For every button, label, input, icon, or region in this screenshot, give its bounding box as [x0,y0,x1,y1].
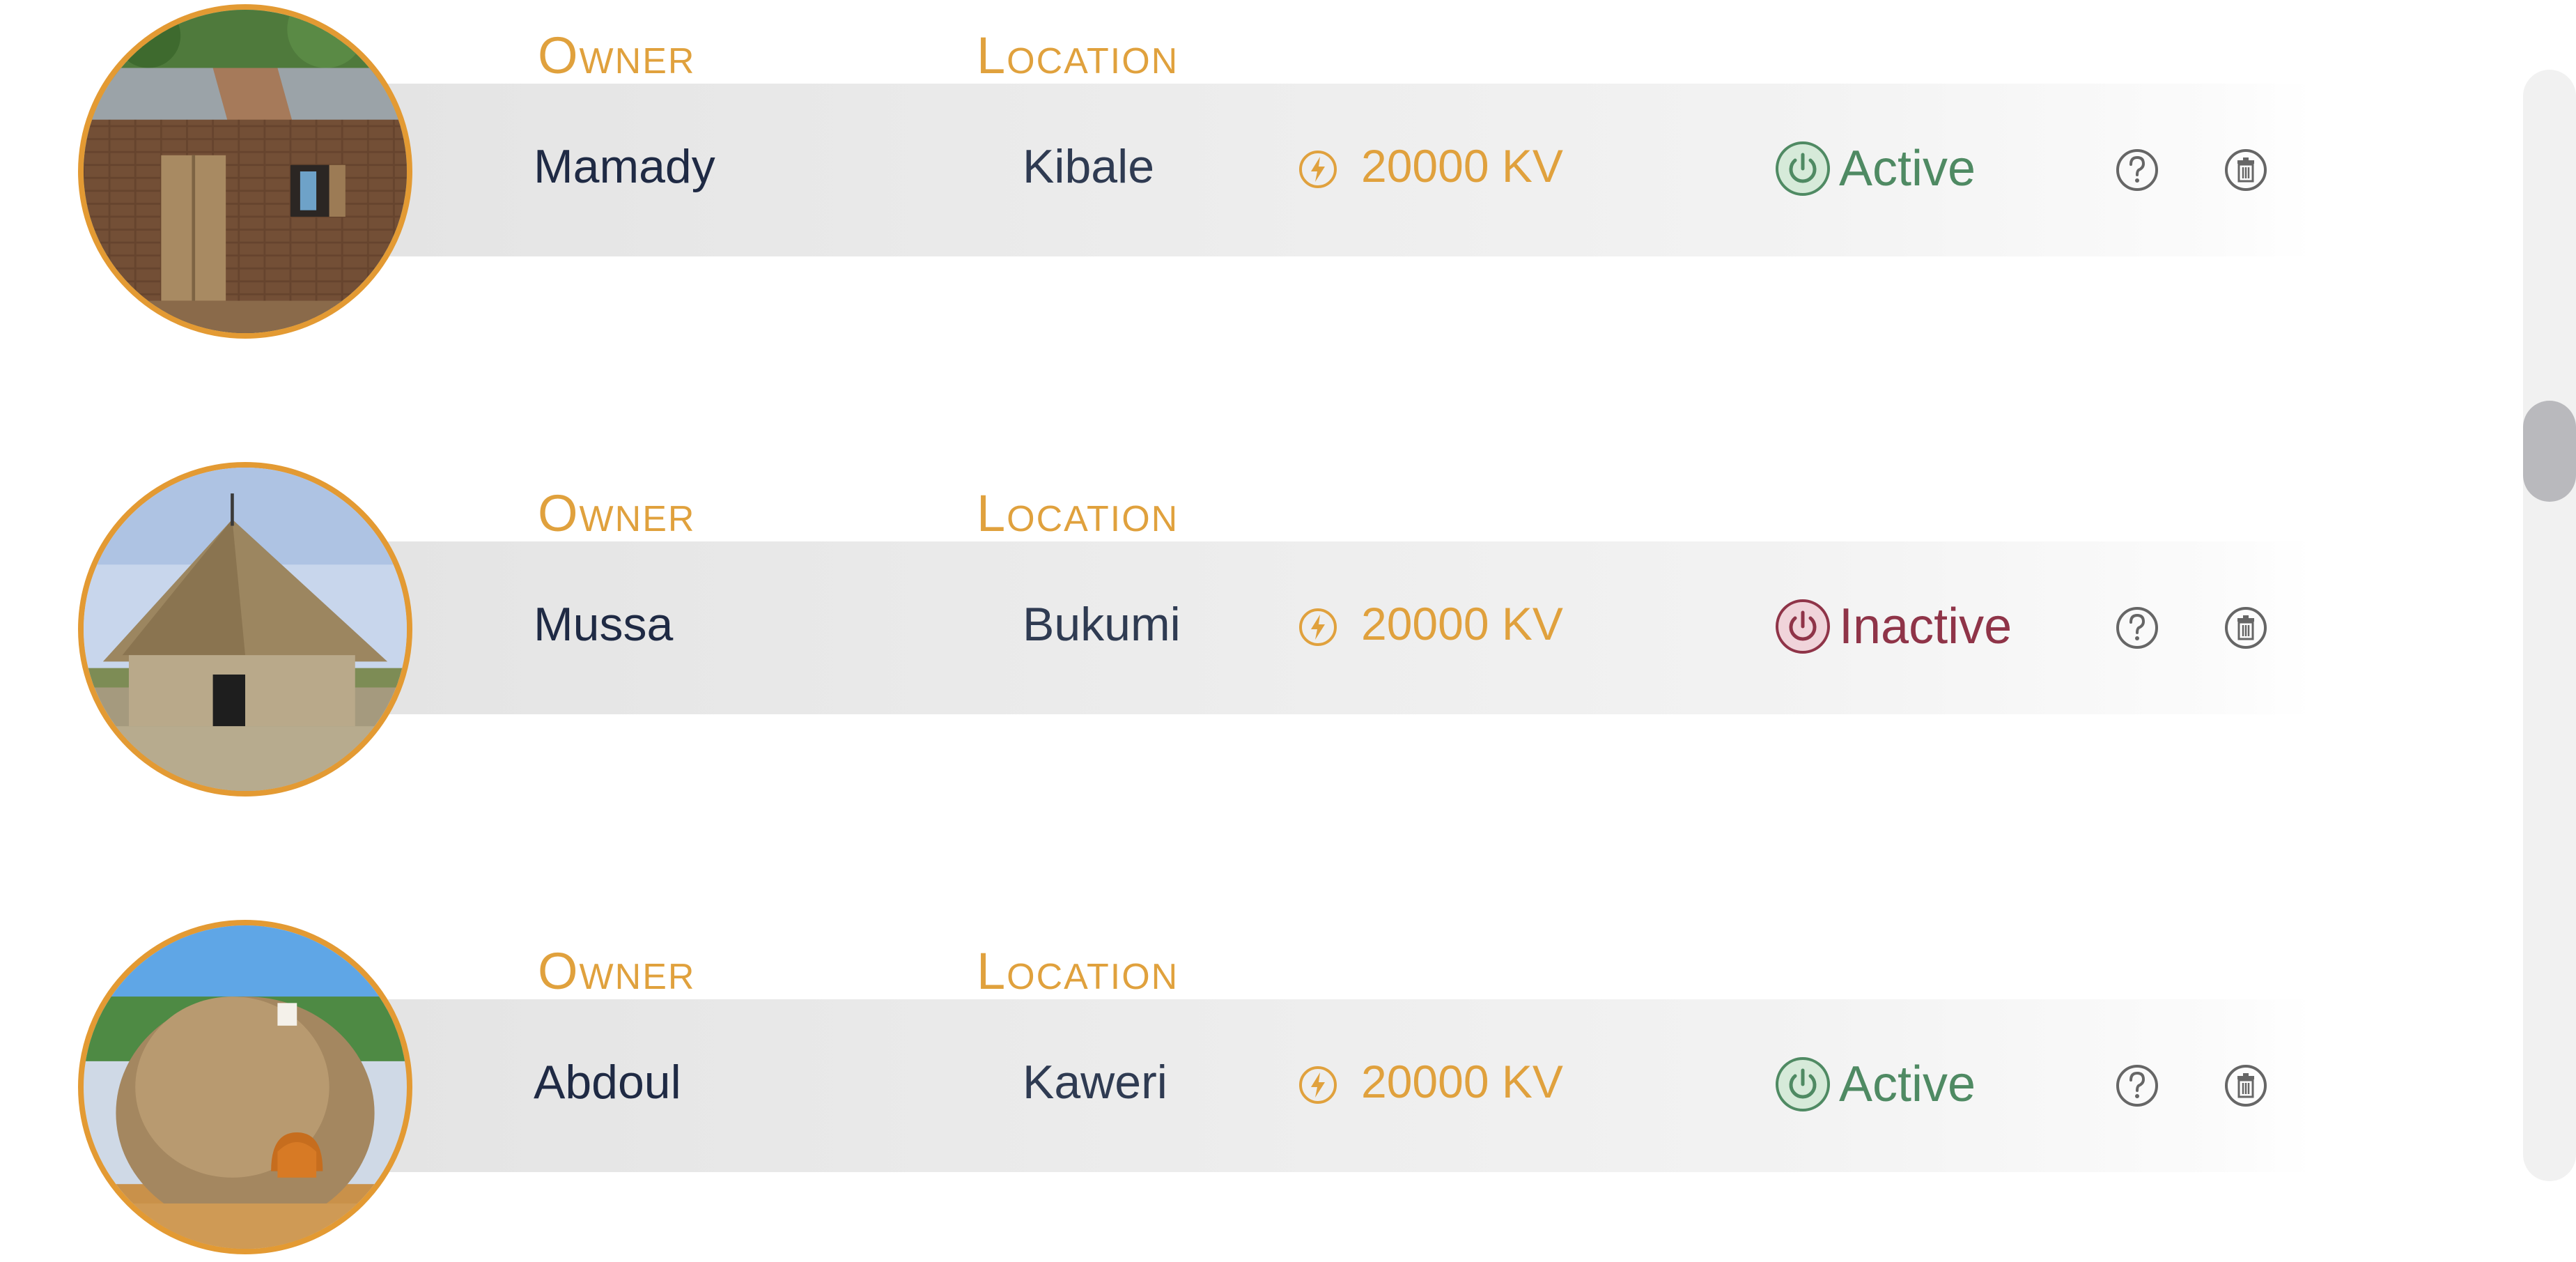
house-list-page: Owner Location Mamady Kibale 20000 KV Ac… [0,0,2576,1262]
location-name: Kibale [1023,140,1155,193]
power-icon [1776,599,1830,654]
status-label: Active [1839,1056,1976,1112]
trash-icon[interactable] [2224,1063,2268,1108]
house-photo [78,462,412,797]
trash-icon[interactable] [2224,606,2268,650]
domed-hut-image [84,925,407,1249]
trash-icon[interactable] [2224,148,2268,192]
house-card: Owner Location Mussa Bukumi 20000 KV Ina… [0,458,2368,806]
power-icon [1776,1057,1830,1111]
owner-name: Abdoul [534,1056,681,1109]
question-circle-icon[interactable] [2115,1063,2159,1108]
owner-column-label: Owner [538,26,696,84]
status-label: Active [1839,141,1976,197]
power-icon [1776,141,1830,196]
power-capacity: 20000 KV [1361,598,1563,649]
question-circle-icon[interactable] [2115,148,2159,192]
status-label: Inactive [1839,599,2012,654]
location-column-label: Location [977,26,1179,84]
question-circle-icon[interactable] [2115,606,2159,650]
status-toggle[interactable]: Active [1775,139,1976,198]
house-card: Owner Location Abdoul Kaweri 20000 KV Ac… [0,916,2368,1262]
house-photo [78,920,412,1254]
brick-house-image [84,10,407,333]
location-column-label: Location [977,942,1179,1000]
owner-name: Mussa [534,598,674,651]
owner-column-label: Owner [538,942,696,1000]
power-capacity: 20000 KV [1361,1056,1563,1107]
owner-column-label: Owner [538,484,696,542]
owner-name: Mamady [534,140,715,193]
scrollbar-track[interactable] [2523,70,2576,1181]
house-photo [78,4,412,339]
status-toggle[interactable]: Active [1775,1055,1976,1114]
thatched-hut-image [84,468,407,791]
scrollbar-thumb[interactable] [2523,401,2576,502]
power-capacity: 20000 KV [1361,140,1563,192]
lightning-circle-icon [1299,151,1337,188]
lightning-circle-icon [1299,1066,1337,1104]
location-column-label: Location [977,484,1179,542]
house-card: Owner Location Mamady Kibale 20000 KV Ac… [0,0,2368,348]
lightning-circle-icon [1299,608,1337,646]
location-name: Kaweri [1023,1056,1167,1109]
location-name: Bukumi [1023,598,1181,651]
status-toggle[interactable]: Inactive [1775,597,2012,656]
